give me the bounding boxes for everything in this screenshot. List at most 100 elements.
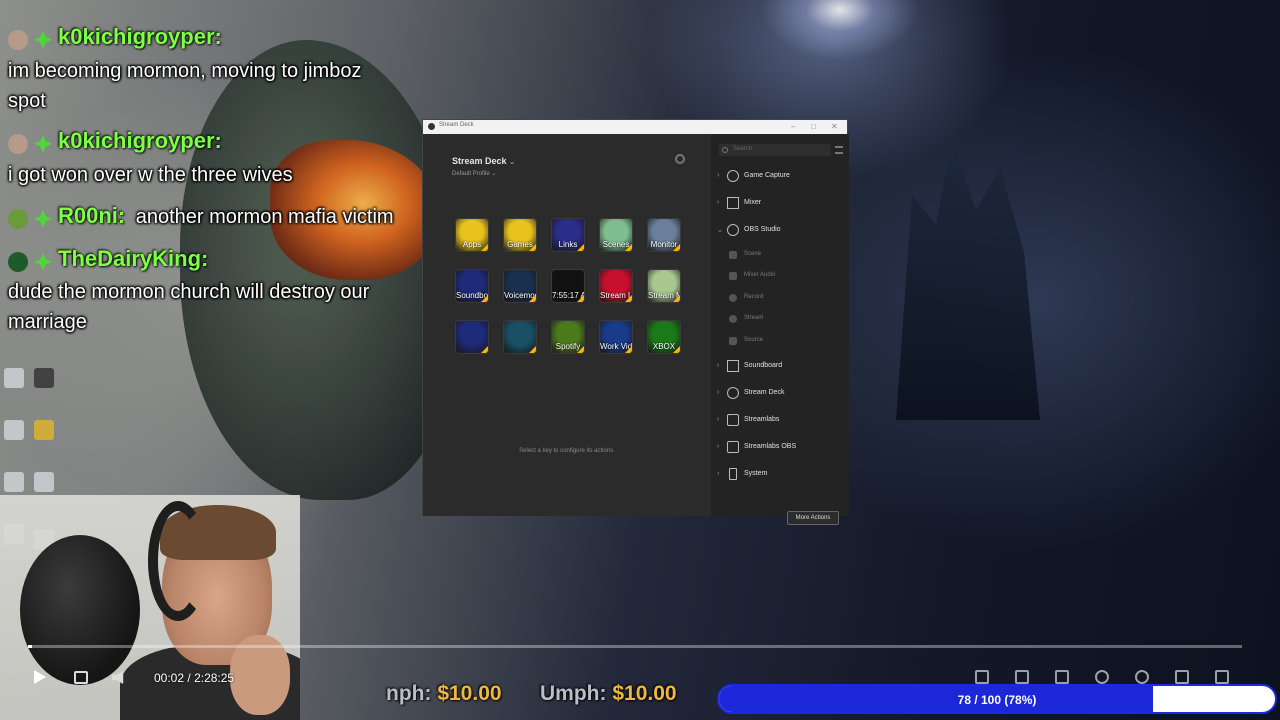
user-avatar-icon [8,29,28,50]
deck-key[interactable]: Links [551,218,585,252]
deck-key[interactable]: Soundboard [455,269,489,303]
minimize-icon[interactable]: – [791,122,795,131]
play-icon[interactable] [34,670,46,684]
deck-key[interactable]: Stream Monitor [647,269,681,303]
key-corner-marker [625,346,632,353]
chevron-down-icon: ⌄ [509,159,515,166]
previous-icon[interactable] [975,670,989,684]
streamlabs-obs-icon [727,441,739,453]
category-label: Game Capture [744,172,790,179]
chevron-down-icon: ⌄ [491,171,497,177]
action-search-input[interactable]: Search [719,144,831,156]
category-game-capture[interactable]: › Game Capture [711,166,849,186]
gear-icon[interactable] [675,154,685,164]
stream-deck-window: Stream Deck – □ ✕ Stream Deck ⌄ Default … [422,119,849,525]
chat-message: k0kichigroyper: [8,128,222,154]
device-panel: Stream Deck ⌄ Default Profile ⌄ Apps Game… [423,134,711,516]
game-capture-icon [727,170,739,182]
chevron-down-icon: ⌄ [717,227,723,234]
city-artwork [896,140,1040,420]
deck-key[interactable]: Games [503,218,537,252]
desktop-shortcut-icon[interactable] [4,368,24,388]
obs-icon [727,224,739,236]
fullscreen-icon[interactable] [1215,670,1229,684]
deck-key[interactable] [455,320,489,354]
deck-key[interactable]: Voicemod [503,269,537,303]
umph-value: $10.00 [612,682,677,705]
category-label: System [744,470,768,477]
skip-icon[interactable] [74,671,88,684]
desktop-shortcut-icon[interactable] [4,472,24,492]
deck-key[interactable]: 7:55:17 AM [551,269,585,303]
gear-icon[interactable] [1135,670,1149,684]
nph-counter: nph: $10.00 [386,682,502,706]
chat-message: k0kichigroyper: [8,24,222,50]
category-streamlabs[interactable]: › Streamlabs [711,410,849,430]
user-avatar-icon [8,208,28,229]
window-titlebar[interactable]: Stream Deck – □ ✕ [423,120,847,134]
key-corner-marker [529,295,536,302]
category-label: Streamlabs OBS [744,443,797,450]
list-view-icon[interactable] [835,146,843,154]
deck-key[interactable]: Work Video [599,320,633,354]
deck-key[interactable]: Monitor [647,218,681,252]
diamond-badge-icon [34,30,52,49]
actions-panel: Search › Game Capture › Mixer ⌄ OBS Stud… [711,134,849,525]
chat-message-text: i got won over w the three wives [8,164,293,186]
desktop-shortcut-icon[interactable] [34,420,54,440]
deck-key[interactable]: Spotify [551,320,585,354]
theater-mode-icon[interactable] [1175,670,1189,684]
next-icon[interactable] [1015,670,1029,684]
action-mixer-audio[interactable]: Mixer Audio [711,266,849,286]
goal-progress-bar: 78 / 100 (78%) [717,684,1277,714]
chat-username: k0kichigroyper: [58,24,222,49]
category-streamlabs-obs[interactable]: › Streamlabs OBS [711,437,849,457]
chat-message: R00ni: another mormon mafia victim [8,202,394,232]
close-icon[interactable]: ✕ [831,122,838,131]
chat-message: TheDairyKing: [8,246,208,272]
action-record[interactable]: Record [711,288,849,308]
key-corner-marker [529,244,536,251]
device-selector[interactable]: Stream Deck ⌄ [452,156,515,166]
captions-icon[interactable] [1055,670,1069,684]
category-stream-deck[interactable]: › Stream Deck [711,383,849,403]
deck-key[interactable]: Scenes [599,218,633,252]
deck-key[interactable] [503,320,537,354]
user-avatar-icon [8,251,28,272]
deck-key[interactable]: XBOX [647,320,681,354]
microphone-image [20,535,140,685]
pip-icon[interactable] [1095,670,1109,684]
action-source[interactable]: Source [711,331,849,351]
chevron-right-icon: › [717,389,720,396]
chat-username: R00ni: [58,203,126,228]
action-scene[interactable]: Scene [711,245,849,265]
stream-icon [729,315,737,323]
chevron-right-icon: › [717,199,720,206]
category-mixer[interactable]: › Mixer [711,193,849,213]
desktop-shortcut-icon[interactable] [34,472,54,492]
chat-message-text: another mormon mafia victim [135,206,394,228]
category-label: OBS Studio [744,226,781,233]
category-obs-studio[interactable]: ⌄ OBS Studio [711,220,849,240]
more-actions-button[interactable]: More Actions [787,511,839,525]
diamond-badge-icon [34,209,52,228]
chevron-right-icon: › [717,362,720,369]
nph-label: nph: [386,682,432,705]
deck-key[interactable]: Stream Live [599,269,633,303]
maximize-icon[interactable]: □ [811,122,816,131]
deck-key[interactable]: Apps [455,218,489,252]
time-separator: / [187,671,191,685]
action-stream[interactable]: Stream [711,309,849,329]
desktop-shortcut-icon[interactable] [4,420,24,440]
profile-selector[interactable]: Default Profile ⌄ [452,170,496,177]
umph-label: Umph: [540,682,607,705]
mixer-icon [727,197,739,209]
category-system[interactable]: › System [711,464,849,484]
chat-username: TheDairyKing: [58,246,209,271]
key-corner-marker [625,244,632,251]
video-progress-bar[interactable] [28,645,1242,648]
category-soundboard[interactable]: › Soundboard [711,356,849,376]
desktop-shortcut-icon[interactable] [34,368,54,388]
key-corner-marker [673,244,680,251]
user-avatar-icon [8,133,28,154]
